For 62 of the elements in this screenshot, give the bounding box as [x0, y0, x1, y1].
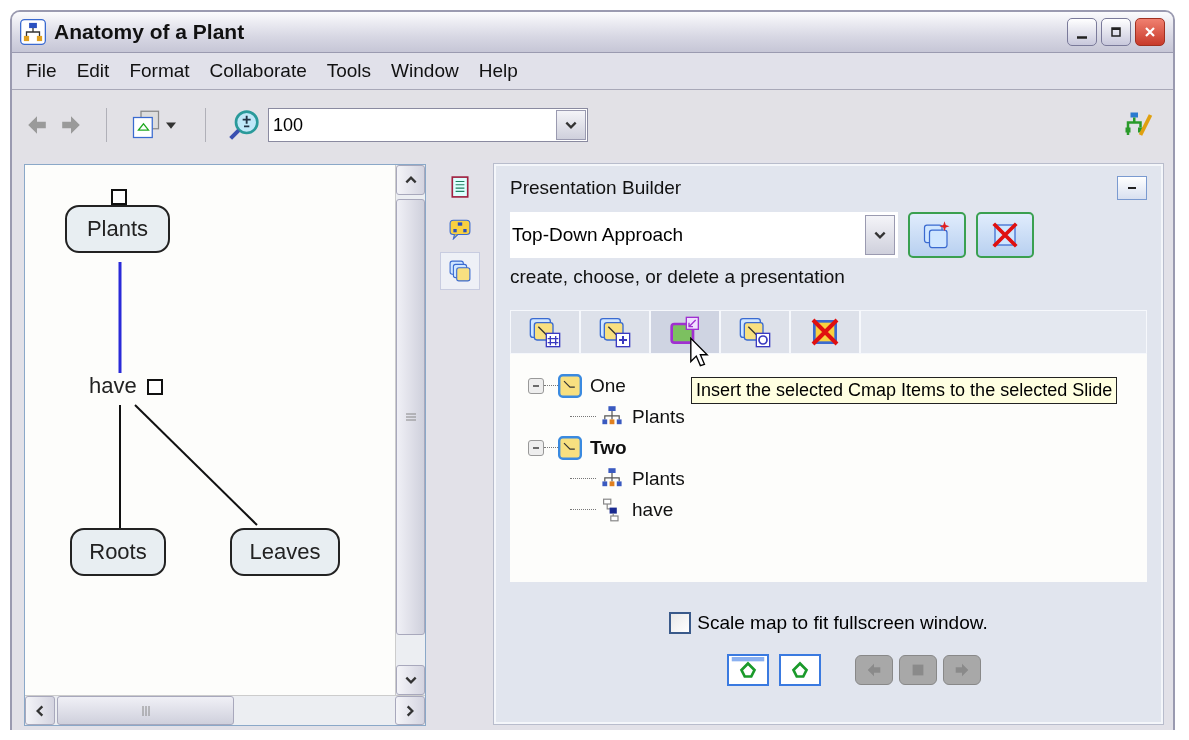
- speech-bubble-icon: [449, 218, 471, 240]
- concept-node[interactable]: Roots: [70, 528, 166, 576]
- delete-icon: [990, 220, 1020, 250]
- slide-content-item[interactable]: Plants: [632, 405, 685, 428]
- slide-item[interactable]: Two: [590, 436, 627, 459]
- selection-handle[interactable]: [110, 189, 127, 205]
- slide-icon: [558, 435, 582, 460]
- menu-item[interactable]: Collaborate: [201, 60, 319, 82]
- slides-grid-icon: [529, 316, 561, 348]
- add-slide-button[interactable]: [581, 311, 651, 353]
- menu-item[interactable]: File: [18, 60, 69, 82]
- slide-plus-icon: [599, 316, 631, 348]
- collapse-toggle[interactable]: [528, 377, 544, 394]
- update-slide-button[interactable]: [721, 311, 791, 353]
- slide-content-item[interactable]: Plants: [632, 467, 685, 490]
- checkbox-label: Scale map to fit fullscreen window.: [697, 612, 988, 634]
- new-slides-icon: [922, 220, 952, 250]
- close-button[interactable]: [1135, 18, 1165, 46]
- play-in-window-button[interactable]: [726, 654, 769, 686]
- slide-icon: [558, 373, 582, 398]
- grip-icon: [140, 704, 151, 717]
- menu-item[interactable]: Format: [121, 60, 202, 82]
- vertical-scrollbar[interactable]: [395, 165, 425, 695]
- app-icon: [20, 19, 46, 45]
- selection-handle[interactable]: [147, 379, 163, 395]
- tooltip: Insert the selected Cmap Items to the selected Slide: [691, 377, 1118, 404]
- document-icon: [449, 176, 471, 198]
- maximize-icon: [1110, 26, 1122, 38]
- minimize-icon: [1077, 35, 1087, 39]
- minimize-button[interactable]: [1067, 18, 1097, 46]
- menu-item[interactable]: Tools: [318, 60, 384, 82]
- hint-text: create, choose, or delete a presentation: [510, 266, 846, 288]
- slides-tab[interactable]: [440, 252, 480, 290]
- collapse-button[interactable]: [1117, 176, 1147, 200]
- presentation-dropdown[interactable]: Top-Down Approach: [510, 212, 898, 258]
- slide-content-item[interactable]: have: [632, 498, 674, 521]
- zoom-icon: [228, 109, 260, 141]
- slide-item[interactable]: One: [590, 374, 626, 397]
- back-arrow-icon: [26, 114, 48, 136]
- delete-slide-button[interactable]: [791, 311, 861, 353]
- delete-presentation-button[interactable]: [976, 212, 1034, 258]
- concept-node[interactable]: Leaves: [230, 528, 340, 576]
- insert-items-button[interactable]: [651, 311, 721, 353]
- add-all-slides-button[interactable]: [511, 311, 581, 353]
- grip-icon: [404, 412, 417, 422]
- horizontal-scrollbar[interactable]: [25, 695, 425, 725]
- collapse-toggle[interactable]: [528, 439, 544, 456]
- slides-icon: [449, 260, 471, 282]
- panel-title: Presentation Builder: [510, 177, 682, 199]
- concept-node[interactable]: Plants: [65, 205, 170, 253]
- maximize-button[interactable]: [1101, 18, 1131, 46]
- menu-item[interactable]: Edit: [68, 60, 122, 82]
- new-presentation-button[interactable]: [908, 212, 966, 258]
- close-icon: [1144, 26, 1156, 38]
- menu-item[interactable]: Window: [383, 60, 471, 82]
- forward-arrow-icon: [60, 114, 82, 136]
- zoom-field[interactable]: 100: [268, 108, 588, 142]
- menu-item[interactable]: Help: [470, 60, 530, 82]
- play-fullscreen-button[interactable]: [778, 654, 821, 686]
- slide-refresh-icon: [739, 316, 771, 348]
- window-title: Anatomy of a Plant: [54, 20, 246, 44]
- scale-checkbox[interactable]: [669, 612, 692, 634]
